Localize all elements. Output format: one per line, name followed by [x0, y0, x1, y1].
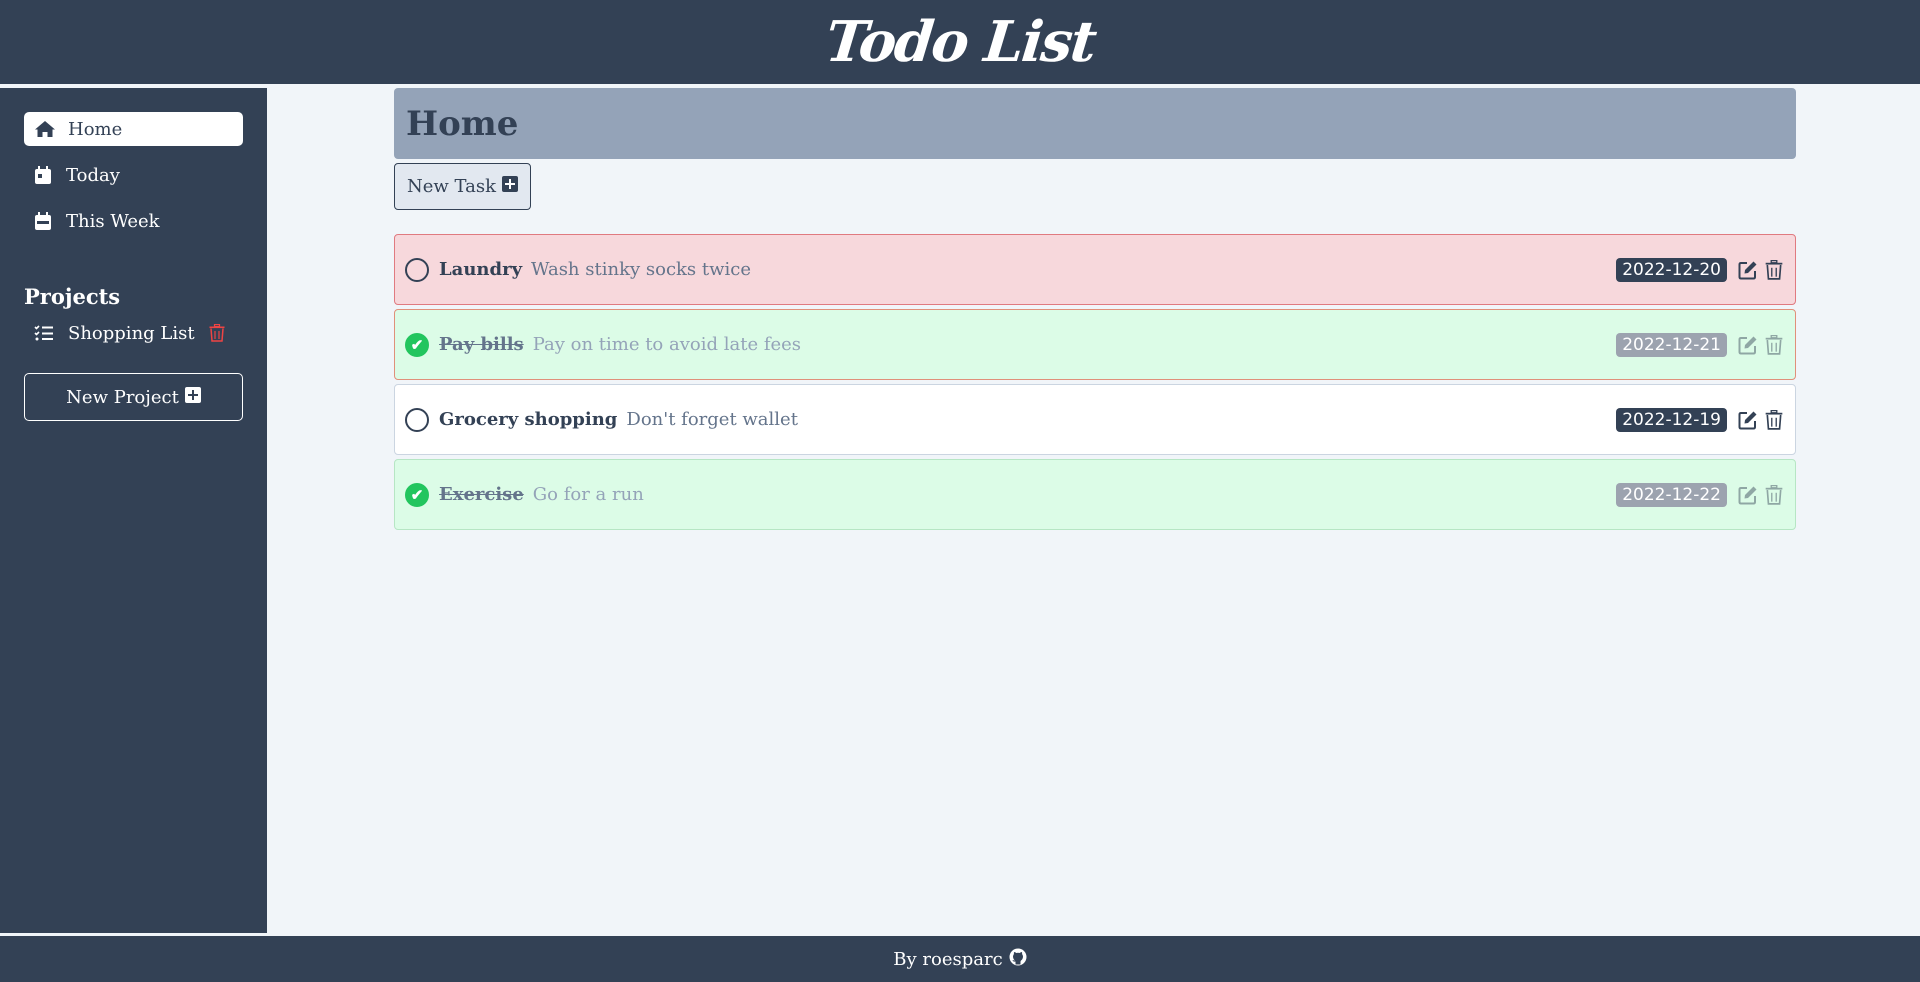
sidebar-nav: Home Today This Week: [24, 112, 243, 238]
trash-icon[interactable]: [1763, 409, 1785, 431]
app-footer: By roesparc: [0, 936, 1920, 982]
task-title[interactable]: Pay bills: [439, 334, 524, 355]
task-date-badge: 2022-12-21: [1616, 332, 1727, 357]
main-content: Home New Task Laundry Wash stinky socks …: [394, 88, 1796, 534]
sidebar-item-home[interactable]: Home: [24, 112, 243, 146]
circle-icon[interactable]: [405, 407, 429, 432]
new-task-label: New Task: [407, 176, 497, 197]
task-title[interactable]: Laundry: [439, 259, 522, 280]
app-title: Todo List: [822, 9, 1098, 75]
task-description: Don't forget wallet: [626, 409, 798, 430]
sidebar-item-this-week[interactable]: This Week: [24, 204, 243, 238]
plus-square-icon: [502, 176, 519, 197]
task-item: ✔ Exercise Go for a run 2022-12-22: [394, 459, 1796, 530]
task-description: Go for a run: [532, 484, 644, 505]
sidebar-item-today[interactable]: Today: [24, 158, 243, 192]
new-project-label: New Project: [66, 386, 179, 408]
trash-icon[interactable]: [1763, 484, 1785, 506]
task-date-badge: 2022-12-19: [1616, 407, 1727, 432]
projects-heading: Projects: [24, 284, 121, 309]
task-item: ✔ Pay bills Pay on time to avoid late fe…: [394, 309, 1796, 380]
page-title: Home: [394, 88, 1796, 159]
calendar-week-icon: [34, 211, 52, 231]
project-label: Shopping List: [68, 322, 195, 344]
edit-icon[interactable]: [1737, 259, 1759, 281]
task-title[interactable]: Grocery shopping: [439, 409, 617, 430]
list-check-icon: [34, 325, 56, 341]
sidebar: Home Today This Week Projects Shopping L…: [0, 88, 267, 933]
edit-icon[interactable]: [1737, 334, 1759, 356]
edit-icon[interactable]: [1737, 409, 1759, 431]
sidebar-item-label: Home: [68, 118, 123, 140]
sidebar-item-label: This Week: [66, 210, 160, 232]
app-header: Todo List: [0, 0, 1920, 84]
calendar-day-icon: [34, 165, 52, 185]
task-item: Laundry Wash stinky socks twice 2022-12-…: [394, 234, 1796, 305]
task-description: Pay on time to avoid late fees: [532, 334, 802, 355]
task-item: Grocery shopping Don't forget wallet 202…: [394, 384, 1796, 455]
trash-icon[interactable]: [1763, 334, 1785, 356]
trash-icon[interactable]: [1763, 259, 1785, 281]
project-item-shopping-list[interactable]: Shopping List: [24, 317, 243, 349]
github-icon[interactable]: [1009, 948, 1027, 971]
new-project-button[interactable]: New Project: [24, 373, 243, 421]
task-title[interactable]: Exercise: [439, 484, 524, 505]
task-description: Wash stinky socks twice: [531, 259, 752, 280]
footer-credit: By roesparc: [893, 948, 1003, 970]
task-list: Laundry Wash stinky socks twice 2022-12-…: [394, 234, 1796, 530]
check-circle-icon[interactable]: ✔: [405, 482, 429, 507]
new-task-button[interactable]: New Task: [394, 163, 532, 210]
plus-square-icon: [184, 386, 201, 408]
check-circle-icon[interactable]: ✔: [405, 332, 429, 357]
task-date-badge: 2022-12-20: [1616, 257, 1727, 282]
sidebar-item-label: Today: [66, 164, 120, 186]
home-icon: [34, 119, 56, 139]
task-date-badge: 2022-12-22: [1616, 482, 1727, 507]
edit-icon[interactable]: [1737, 484, 1759, 506]
trash-icon[interactable]: [209, 324, 225, 342]
circle-icon[interactable]: [405, 257, 429, 282]
